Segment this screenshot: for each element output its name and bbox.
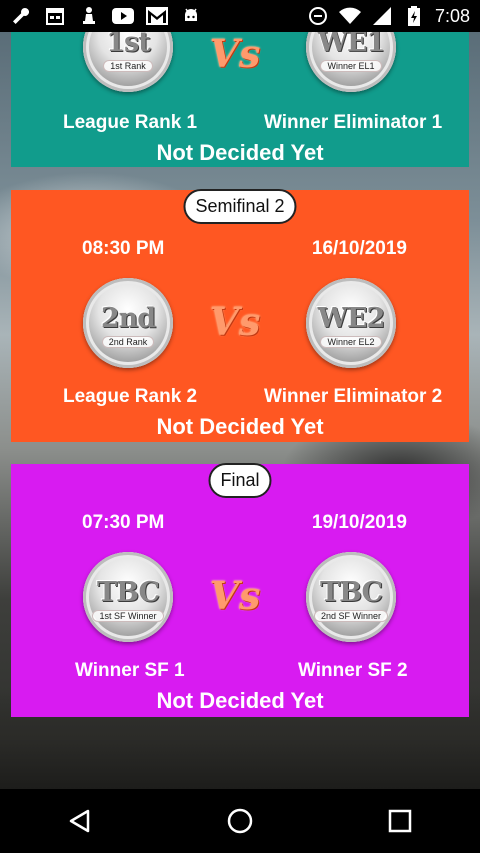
calendar-icon: [44, 5, 66, 27]
vs-icon: Vs: [209, 298, 261, 344]
status-bar: 7:08: [0, 0, 480, 32]
match-card-final[interactable]: Final 07:30 PM 19/10/2019 TBC 1st SF Win…: [11, 463, 469, 717]
team-badge-left: 2nd 2nd Rank: [83, 278, 173, 368]
match-date: 19/10/2019: [311, 512, 407, 533]
team-name-right: Winner SF 2: [298, 660, 408, 681]
team-name-left: League Rank 2: [63, 386, 198, 407]
match-card-semifinal-2[interactable]: Semifinal 2 08:30 PM 16/10/2019 2nd 2nd …: [11, 189, 469, 442]
team-badge-left: TBC 1st SF Winner: [83, 552, 173, 642]
navigation-bar: [0, 789, 480, 853]
team-name-left: Winner SF 1: [75, 660, 185, 681]
match-title-pill: Semifinal 2: [183, 189, 297, 224]
match-status: Not Decided Yet: [156, 688, 324, 713]
vs-icon: Vs: [209, 572, 261, 618]
vs-icon: Vs: [209, 30, 261, 76]
back-icon[interactable]: [56, 797, 104, 845]
battery-icon: [403, 5, 425, 27]
match-card-qualifier[interactable]: 1st 1st Rank Vs WE1 Winner EL1 League Ra…: [11, 2, 469, 167]
match-time: 07:30 PM: [82, 512, 165, 533]
team-badge-right: WE2 Winner EL2: [306, 278, 396, 368]
match-status: Not Decided Yet: [156, 140, 324, 165]
wifi-icon: [338, 5, 361, 27]
chess-icon: [78, 5, 100, 27]
gmail-icon: [146, 5, 168, 27]
match-status: Not Decided Yet: [156, 414, 324, 439]
clock: 7:08: [434, 5, 470, 26]
team-badge-right: TBC 2nd SF Winner: [306, 552, 396, 642]
team-name-right: Winner Eliminator 2: [264, 386, 443, 407]
match-date: 16/10/2019: [311, 238, 407, 259]
youtube-icon: [112, 5, 134, 27]
team-name-left: League Rank 1: [63, 112, 198, 133]
home-icon[interactable]: [216, 797, 264, 845]
wrench-icon: [10, 5, 32, 27]
android-icon: [180, 5, 202, 27]
recents-icon[interactable]: [376, 797, 424, 845]
signal-icon: [371, 5, 393, 27]
team-name-right: Winner Eliminator 1: [264, 112, 443, 133]
match-title-pill: Final: [208, 463, 272, 498]
sync-icon: [307, 5, 329, 27]
match-time: 08:30 PM: [82, 238, 165, 259]
